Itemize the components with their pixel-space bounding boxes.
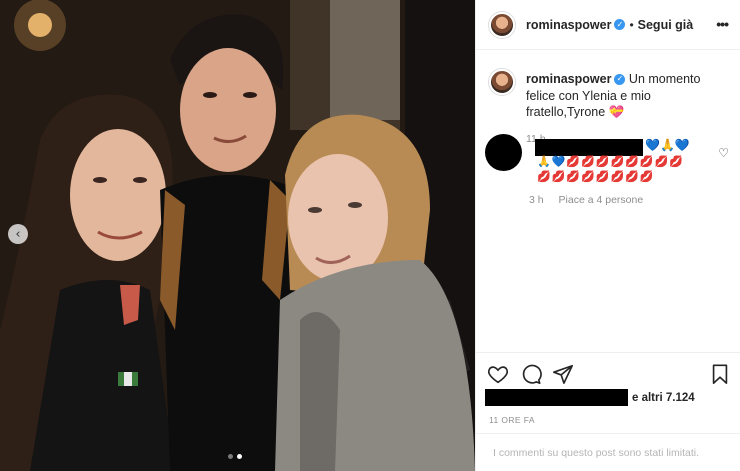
post-header: rominaspower ✓ • Segui già ••• (476, 0, 740, 50)
post-photo[interactable]: ‹ (0, 0, 475, 471)
caption-avatar[interactable] (489, 69, 515, 95)
comment-text-line3: 💋💋💋💋💋💋💋💋 (537, 171, 655, 183)
carousel-dot (228, 454, 233, 459)
comment-username-redacted (535, 139, 643, 156)
verified-icon: ✓ (614, 19, 626, 30)
likes-redacted (485, 389, 628, 406)
comment-text-line1: 💙🙏💙 (645, 138, 690, 152)
caption: rominaspower ✓ Un momento felice con Ylen… (476, 50, 740, 147)
comment-text-line2: 🙏💙💋💋💋💋💋💋💋💋 (537, 156, 684, 168)
comment-time[interactable]: 3 h (529, 194, 544, 206)
avatar[interactable] (489, 11, 515, 38)
carousel-dot-active (237, 454, 242, 459)
comment-avatar-redacted[interactable] (485, 134, 522, 171)
post-sidebar: rominaspower ✓ • Segui già ••• rominaspo… (475, 0, 740, 471)
likes-count[interactable]: e altri 7.124 (632, 392, 695, 404)
likes-summary: e altri 7.124 (485, 389, 695, 406)
chevron-left-icon: ‹ (15, 226, 21, 242)
share-icon[interactable] (552, 363, 574, 385)
comment-like-icon[interactable]: ♡ (718, 146, 729, 160)
caption-body: rominaspower ✓ Un momento felice con Ylen… (526, 71, 728, 147)
more-icon[interactable]: ••• (716, 16, 729, 32)
carousel-prev-button[interactable]: ‹ (8, 224, 28, 244)
heart-icon[interactable] (487, 363, 509, 385)
post-time[interactable]: 11 ORE FA (489, 415, 535, 425)
username-link[interactable]: rominaspower (526, 18, 611, 32)
carousel-indicator (228, 454, 242, 459)
bookmark-icon[interactable] (709, 363, 731, 385)
comment-meta: 3 h Piace a 4 persone (529, 194, 655, 206)
separator: • (629, 17, 634, 32)
photo-image (0, 0, 475, 471)
comments-limited-notice: I commenti su questo post sono stati lim… (476, 433, 740, 471)
caption-username-link[interactable]: rominaspower (526, 72, 611, 86)
actions-bar: e altri 7.124 11 ORE FA I commenti su qu… (476, 352, 740, 471)
comment-likes[interactable]: Piace a 4 persone (559, 194, 644, 206)
comment-icon[interactable] (520, 363, 542, 385)
follow-button[interactable]: Segui già (638, 18, 694, 32)
verified-icon: ✓ (614, 74, 626, 86)
